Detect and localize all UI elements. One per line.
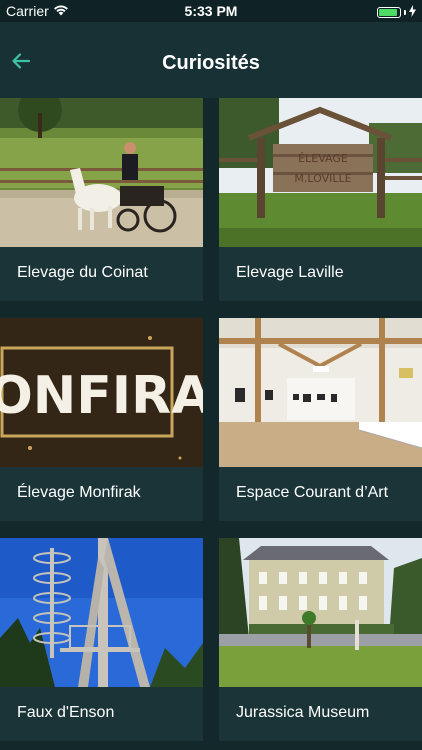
battery-fill [379,8,397,16]
sign-text-2: M.LOVILLE [294,172,351,185]
card-espace-courant-dart[interactable]: Espace Courant d’Art [219,318,422,521]
battery-tip [404,9,406,15]
status-bar: Carrier 5:33 PM [0,0,422,22]
charging-bolt-icon [409,4,416,20]
page-title: Curiosités [162,52,260,74]
battery-icon [377,6,401,18]
card-label: Élevage Monfirak [17,484,141,501]
card-faux-denson[interactable]: Faux d'Enson [0,538,203,741]
card-photo: ÉLEVAGE M.LOVILLE [219,98,422,247]
card-label: Faux d'Enson [17,704,115,721]
card-label: Elevage Laville [236,264,344,281]
card-label: Elevage du Coinat [17,264,148,281]
card-elevage-monfirak[interactable]: ONFIRA Élevage Monfirak [0,318,203,521]
card-photo [219,318,422,467]
card-label: Jurassica Museum [236,704,370,721]
card-photo [0,98,203,247]
card-elevage-laville[interactable]: ÉLEVAGE M.LOVILLE Elevage Laville [219,98,422,301]
card-photo [0,538,203,687]
photo-text: ONFIRA [0,366,203,426]
card-photo: ONFIRA [0,318,203,467]
navigation-bar: Curiosités [0,22,422,98]
card-label: Espace Courant d’Art [236,484,389,501]
sign-text: ÉLEVAGE [298,152,348,165]
status-right [377,4,416,20]
card-photo [219,538,422,687]
card-elevage-du-coinat[interactable]: Elevage du Coinat [0,98,203,301]
status-time: 5:33 PM [184,3,238,19]
card-jurassica-museum[interactable]: Jurassica Museum [219,538,422,741]
